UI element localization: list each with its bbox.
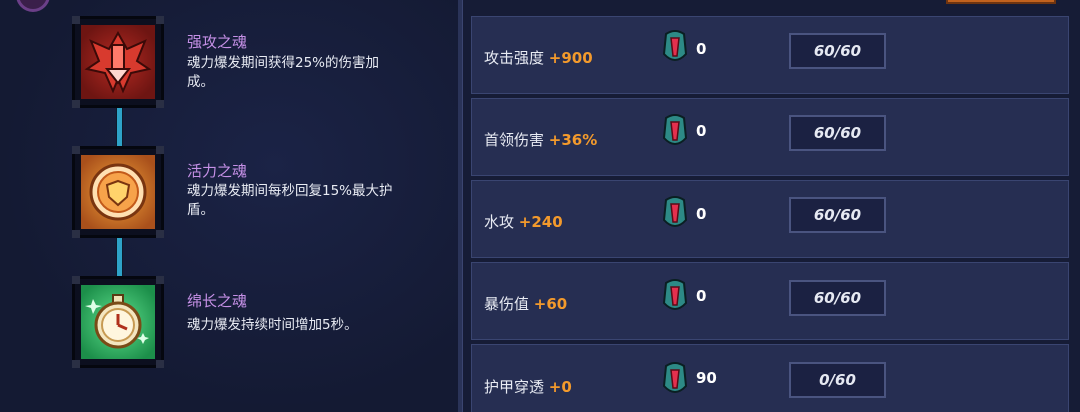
stat-label: 暴伤值 +60 — [484, 293, 567, 314]
progress-box: 60/60 — [789, 197, 886, 233]
soul-description-line2: 成。 — [187, 74, 214, 90]
soul-icon-frame[interactable] — [72, 16, 164, 108]
stat-name: 护甲穿透 — [484, 378, 545, 396]
soul-gem-icon — [662, 196, 688, 227]
top-action-button[interactable] — [946, 0, 1056, 4]
stat-row[interactable]: 暴伤值 +60 — [471, 262, 1069, 340]
stat-row[interactable]: 护甲穿透 +0 — [471, 344, 1069, 412]
stat-row[interactable]: 水攻 +240 — [471, 180, 1069, 258]
soul-name: 活力之魂 — [187, 162, 248, 180]
soul-icon-frame[interactable] — [72, 276, 164, 368]
soul-gem-icon — [662, 114, 688, 145]
stat-name: 暴伤值 — [484, 295, 530, 313]
soul-gem-icon — [662, 279, 688, 310]
stat-label: 首领伤害 +36% — [484, 129, 597, 150]
soul-gem-icon — [662, 362, 688, 393]
stat-name: 首领伤害 — [484, 131, 545, 149]
soul-name: 强攻之魂 — [187, 33, 248, 51]
soul-description-line1: 魂力爆发期间获得25%的伤害加 — [187, 55, 380, 71]
stat-label: 水攻 +240 — [484, 211, 563, 232]
stat-label: 护甲穿透 +0 — [484, 376, 572, 397]
soul-gem-icon — [662, 30, 688, 61]
progress-box: 60/60 — [789, 280, 886, 316]
gem-count: 90 — [696, 369, 717, 387]
red-bat-icon — [81, 25, 155, 99]
stat-row[interactable]: 攻击强度 +900 — [471, 16, 1069, 94]
stat-label: 攻击强度 +900 — [484, 47, 593, 68]
gem-count: 0 — [696, 287, 707, 305]
soul-description-line1: 魂力爆发期间每秒回复15%最大护 — [187, 183, 393, 199]
stat-bonus: +36% — [548, 131, 598, 149]
soul-name: 绵长之魂 — [187, 292, 248, 310]
stat-name: 攻击强度 — [484, 49, 545, 67]
stat-bonus: +60 — [533, 295, 568, 313]
soul-list-panel: 强攻之魂 魂力爆发期间获得25%的伤害加 成。 活力之魂 魂力爆发期间每秒回复1… — [0, 0, 458, 412]
gem-count: 0 — [696, 40, 707, 58]
soul-connector — [116, 108, 123, 148]
stat-bonus: +900 — [548, 49, 593, 67]
stopwatch-icon — [81, 285, 155, 359]
stat-bonus: +240 — [518, 213, 563, 231]
soul-icon-frame[interactable] — [72, 146, 164, 238]
top-orb-icon — [16, 0, 50, 12]
game-screen: 强攻之魂 魂力爆发期间获得25%的伤害加 成。 活力之魂 魂力爆发期间每秒回复1… — [0, 0, 1080, 412]
soul-connector — [116, 238, 123, 278]
progress-box: 60/60 — [789, 115, 886, 151]
stat-bonus: +0 — [548, 378, 572, 396]
soul-description-line1: 魂力爆发持续时间增加5秒。 — [187, 317, 358, 333]
progress-box: 0/60 — [789, 362, 886, 398]
gem-count: 0 — [696, 122, 707, 140]
stat-name: 水攻 — [484, 213, 515, 231]
progress-box: 60/60 — [789, 33, 886, 69]
stat-row[interactable]: 首领伤害 +36% — [471, 98, 1069, 176]
gem-count: 0 — [696, 205, 707, 223]
shield-heart-icon — [81, 155, 155, 229]
soul-description-line2: 盾。 — [187, 202, 214, 218]
